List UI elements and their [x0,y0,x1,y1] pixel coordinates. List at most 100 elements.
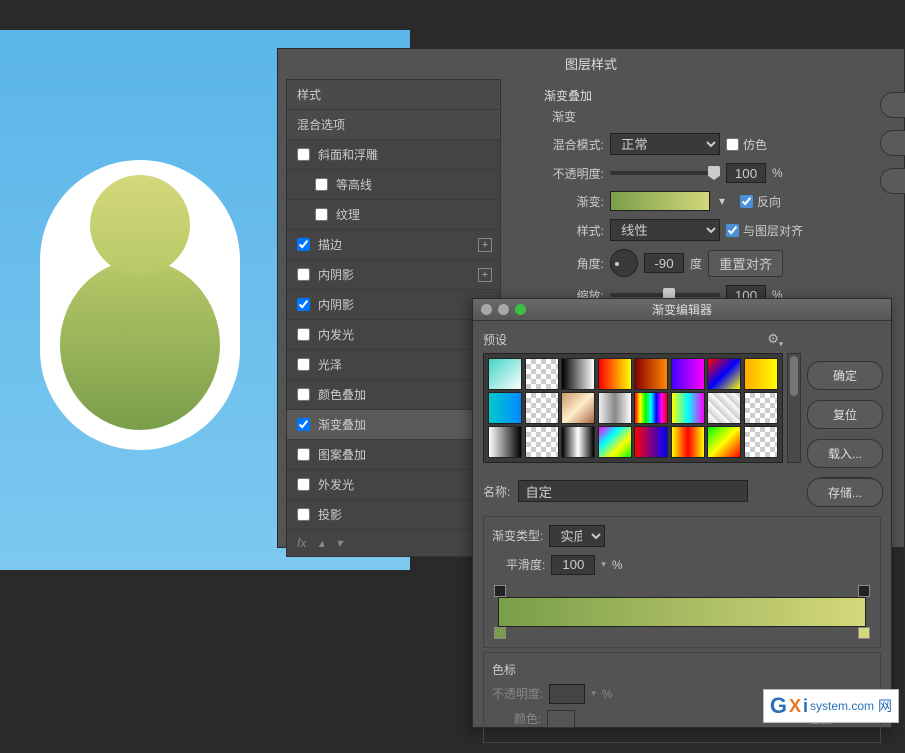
style-checkbox[interactable] [297,238,310,251]
style-select[interactable]: 线性 [610,219,720,241]
style-checkbox[interactable] [315,208,328,221]
arrow-up-icon[interactable]: ▴ [318,536,324,550]
angle-input[interactable] [644,253,684,273]
plus-icon[interactable]: + [478,238,492,252]
fx-icon[interactable]: fx [297,536,306,550]
opacity-stop-right[interactable] [858,585,870,597]
editor-titlebar[interactable]: 渐变编辑器 [473,299,891,321]
preset-swatch-22[interactable] [707,426,741,458]
save-button[interactable]: 存储... [807,478,883,507]
style-item-3[interactable]: 描边+ [287,230,500,260]
ok-button[interactable]: 确定 [807,361,883,390]
style-item-2[interactable]: 纹理 [287,200,500,230]
style-checkbox[interactable] [315,178,328,191]
dialog-right-buttons [880,92,905,194]
preset-swatch-4[interactable] [634,358,668,390]
preset-swatch-19[interactable] [598,426,632,458]
preset-swatch-15[interactable] [744,392,778,424]
style-item-8[interactable]: 颜色叠加+ [287,380,500,410]
preset-swatch-0[interactable] [488,358,522,390]
gradient-type-select[interactable]: 实底 [549,525,605,547]
preset-swatch-7[interactable] [744,358,778,390]
opacity-slider[interactable] [610,171,720,175]
preset-swatch-8[interactable] [488,392,522,424]
style-checkbox[interactable] [297,478,310,491]
preset-swatch-9[interactable] [525,392,559,424]
angle-label: 角度: [544,255,604,272]
arrow-down-icon[interactable]: ▾ [336,536,342,550]
gradient-overlay-panel: 渐变叠加 渐变 混合模式: 正常 仿色 不透明度: % 渐变: 反向 [528,79,888,321]
style-item-label: 斜面和浮雕 [318,146,378,163]
cancel-button-stub[interactable] [880,130,905,156]
preset-swatch-10[interactable] [561,392,595,424]
preset-swatch-5[interactable] [671,358,705,390]
preset-swatch-12[interactable] [634,392,668,424]
new-style-button-stub[interactable] [880,168,905,194]
style-item-10[interactable]: 图案叠加 [287,440,500,470]
style-item-5[interactable]: 内阴影+ [287,290,500,320]
style-checkbox[interactable] [297,358,310,371]
color-stop-right[interactable] [858,627,870,639]
plus-icon[interactable]: + [478,268,492,282]
editor-title: 渐变编辑器 [473,301,891,318]
blend-options-header[interactable]: 混合选项 [287,110,500,140]
color-swatch [547,710,575,728]
reset-align-button[interactable]: 重置对齐 [708,250,783,277]
close-icon[interactable] [481,304,492,315]
style-checkbox[interactable] [297,508,310,521]
preset-swatch-16[interactable] [488,426,522,458]
color-stop-left[interactable] [494,627,506,639]
preset-swatch-1[interactable] [525,358,559,390]
reset-button[interactable]: 复位 [807,400,883,429]
style-item-11[interactable]: 外发光 [287,470,500,500]
name-input[interactable] [518,480,748,502]
opacity-stop-label: 不透明度: [492,685,543,702]
style-item-4[interactable]: 内阴影+ [287,260,500,290]
opacity-input[interactable] [726,163,766,183]
gradient-bar[interactable] [492,585,872,639]
style-checkbox[interactable] [297,418,310,431]
style-checkbox[interactable] [297,328,310,341]
angle-dial[interactable] [610,249,638,277]
preset-swatch-3[interactable] [598,358,632,390]
style-item-12[interactable]: 投影+ [287,500,500,530]
preset-swatch-2[interactable] [561,358,595,390]
style-item-1[interactable]: 等高线 [287,170,500,200]
opacity-stop-left[interactable] [494,585,506,597]
gradient-preview[interactable] [610,191,710,211]
gear-icon[interactable]: ⚙▾ [767,331,783,349]
style-item-9[interactable]: 渐变叠加+ [287,410,500,440]
load-button[interactable]: 载入... [807,439,883,468]
style-checkbox[interactable] [297,388,310,401]
maximize-icon[interactable] [515,304,526,315]
presets-scrollbar[interactable] [787,353,801,463]
style-item-label: 渐变叠加 [318,416,366,433]
logo-artwork [40,160,240,450]
scale-slider[interactable] [610,293,720,297]
preset-swatch-13[interactable] [671,392,705,424]
preset-swatch-21[interactable] [671,426,705,458]
styles-header[interactable]: 样式 [287,80,500,110]
preset-swatch-11[interactable] [598,392,632,424]
minimize-icon[interactable] [498,304,509,315]
style-item-6[interactable]: 内发光 [287,320,500,350]
preset-swatch-18[interactable] [561,426,595,458]
ok-button-stub[interactable] [880,92,905,118]
preset-swatch-23[interactable] [744,426,778,458]
preset-swatch-14[interactable] [707,392,741,424]
preset-swatch-17[interactable] [525,426,559,458]
style-item-label: 内发光 [318,326,354,343]
dither-checkbox[interactable]: 仿色 [726,136,767,153]
preset-swatch-6[interactable] [707,358,741,390]
style-item-0[interactable]: 斜面和浮雕 [287,140,500,170]
reverse-checkbox[interactable]: 反向 [740,193,781,210]
smoothness-input[interactable] [551,555,595,575]
style-checkbox[interactable] [297,148,310,161]
blend-mode-select[interactable]: 正常 [610,133,720,155]
style-checkbox[interactable] [297,268,310,281]
align-checkbox[interactable]: 与图层对齐 [726,222,803,239]
style-item-7[interactable]: 光泽 [287,350,500,380]
preset-swatch-20[interactable] [634,426,668,458]
style-checkbox[interactable] [297,298,310,311]
style-checkbox[interactable] [297,448,310,461]
